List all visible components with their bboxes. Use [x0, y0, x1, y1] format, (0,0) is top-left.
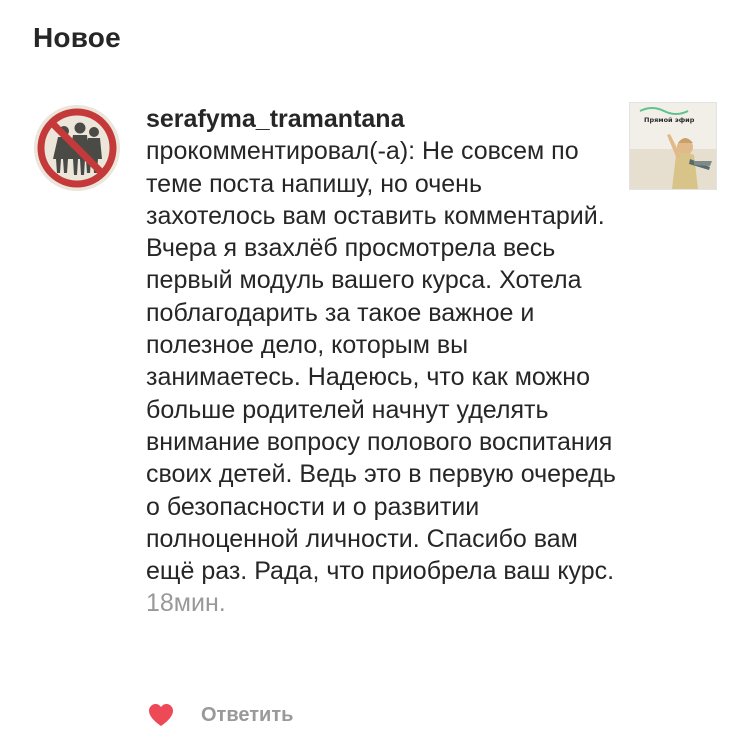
timestamp: 18мин. — [146, 589, 226, 618]
comment-body: Не совсем по теме поста напишу, но очень… — [146, 137, 616, 586]
post-thumbnail[interactable]: Прямой эфир — [629, 102, 717, 190]
section-title: Новое — [33, 22, 121, 53]
notification-comment: serafyma_tramantana прокомментировал(-а)… — [146, 103, 616, 620]
comment-actions: Ответить — [148, 700, 293, 730]
username-link[interactable]: serafyma_tramantana — [146, 105, 404, 133]
action-text: прокомментировал(-а): — [146, 137, 416, 166]
reply-button[interactable]: Ответить — [201, 704, 293, 727]
comment-text: serafyma_tramantana прокомментировал(-а)… — [146, 103, 616, 620]
heart-icon[interactable] — [148, 703, 174, 727]
no-entry-people-icon — [34, 105, 120, 191]
user-avatar[interactable] — [34, 105, 120, 191]
thumbnail-caption: Прямой эфир — [644, 116, 695, 124]
